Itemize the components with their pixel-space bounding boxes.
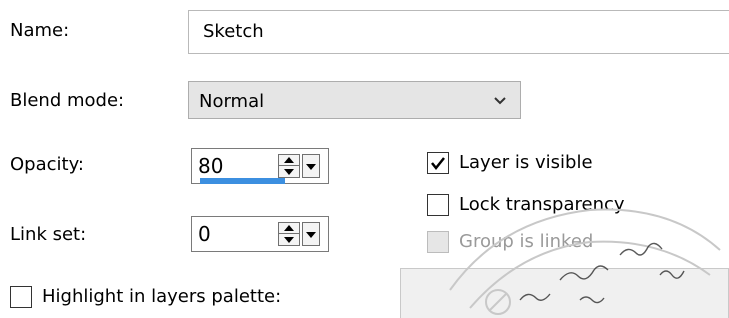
spin-divider — [279, 233, 299, 234]
highlight-box[interactable] — [10, 286, 32, 308]
layer-properties-dialog: Name: Sketch Blend mode: Normal Opacity:… — [0, 0, 729, 318]
link-set-spin[interactable]: 0 — [191, 216, 329, 252]
opacity-spin[interactable]: 80 — [191, 148, 329, 184]
blend-mode-label: Blend mode: — [10, 90, 125, 111]
dropdown-arrow-icon — [306, 164, 316, 170]
opacity-label: Opacity: — [10, 154, 84, 175]
watermark-stamp — [449, 208, 721, 315]
arrow-down-icon — [284, 169, 294, 175]
blend-mode-value: Normal — [199, 91, 265, 112]
link-set-value: 0 — [198, 222, 211, 246]
layer-visible-label: Layer is visible — [459, 152, 593, 173]
arrow-up-icon — [284, 225, 294, 231]
opacity-level-track[interactable] — [200, 178, 306, 184]
opacity-value: 80 — [198, 154, 224, 178]
arrow-up-icon — [284, 157, 294, 163]
opacity-spin-updown-icon[interactable] — [278, 154, 300, 178]
dropdown-arrow-icon — [306, 232, 316, 238]
blend-mode-select[interactable]: Normal — [188, 81, 521, 119]
name-field[interactable]: Sketch — [188, 10, 729, 54]
opacity-level-fill — [200, 178, 285, 184]
arrow-down-icon — [284, 237, 294, 243]
chevron-down-icon — [494, 97, 506, 105]
opacity-dropdown-button[interactable] — [302, 154, 320, 178]
spin-divider — [279, 165, 299, 166]
link-set-spin-updown-icon[interactable] — [278, 222, 300, 246]
link-set-dropdown-button[interactable] — [302, 222, 320, 246]
name-label: Name: — [10, 20, 70, 41]
checkmark-icon — [431, 157, 445, 171]
layer-visible-box[interactable] — [427, 152, 449, 174]
link-set-label: Link set: — [10, 224, 87, 245]
name-field-value: Sketch — [203, 21, 264, 42]
highlight-label: Highlight in layers palette: — [42, 286, 282, 307]
